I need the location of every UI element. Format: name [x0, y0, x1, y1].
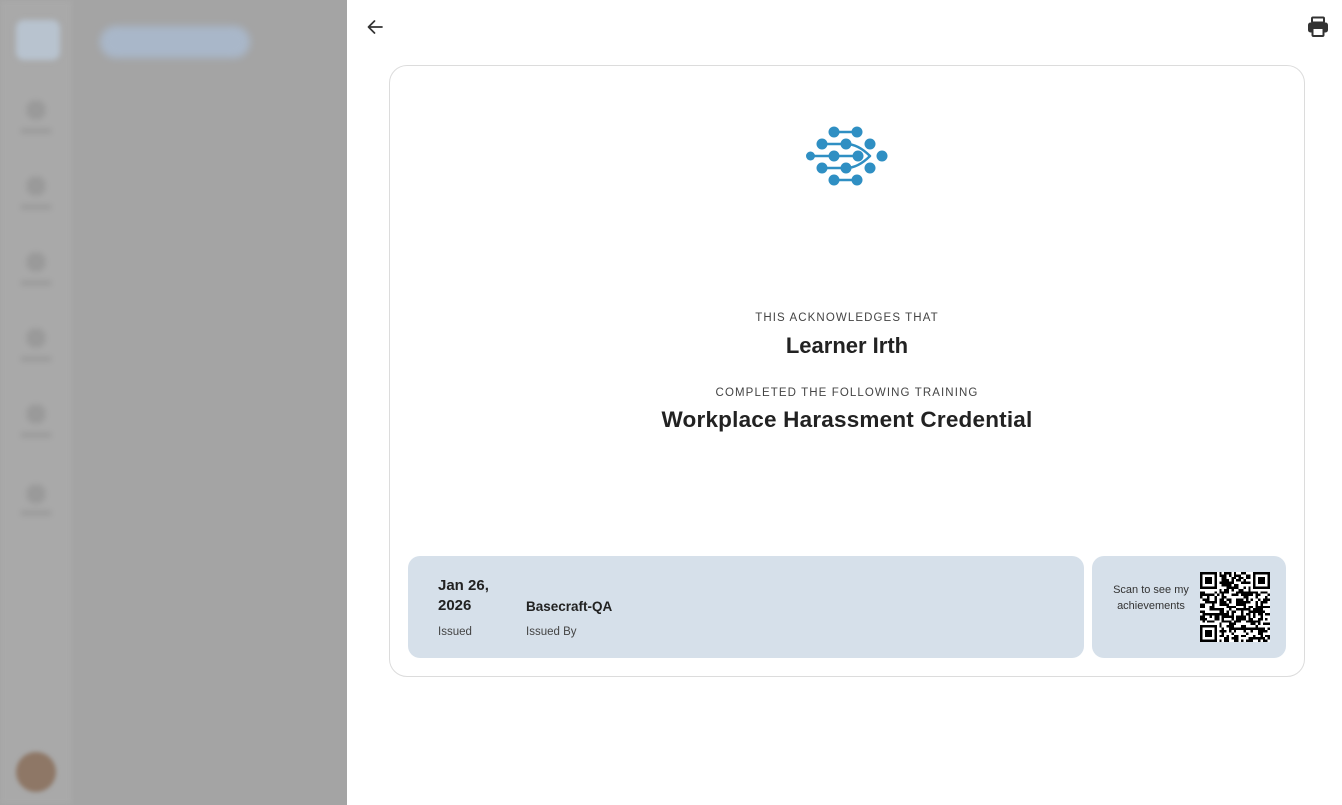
print-button[interactable] [1302, 11, 1334, 43]
issue-info-panel: Jan 26, 2026 Issued Basecraft-QA Issued … [408, 556, 1084, 658]
course-title: Workplace Harassment Credential [661, 407, 1033, 432]
back-button[interactable] [359, 11, 391, 43]
qr-code[interactable] [1200, 572, 1270, 642]
background-header-pill [100, 26, 250, 58]
qr-panel: Scan to see my achievements [1092, 556, 1286, 658]
acknowledge-label: THIS ACKNOWLEDGES THAT [755, 312, 939, 324]
printer-icon [1308, 16, 1328, 37]
issuer-label: Issued By [526, 626, 577, 638]
completed-training-label: COMPLETED THE FOLLOWING TRAINING [715, 387, 979, 399]
qr-scan-text: Scan to see my achievements [1113, 584, 1189, 612]
learner-name: Learner Irth [785, 333, 909, 358]
issued-date: Jan 26, 2026 [438, 577, 489, 614]
background-sidebar [0, 0, 72, 805]
issued-label: Issued [438, 626, 472, 638]
issuer-name: Basecraft-QA [526, 599, 613, 614]
arrow-left-icon [367, 20, 383, 34]
certificate-card: THIS ACKNOWLEDGES THAT Learner Irth COMP… [389, 65, 1305, 677]
background-user-avatar [16, 752, 56, 792]
certificate-drawer: THIS ACKNOWLEDGES THAT Learner Irth COMP… [347, 0, 1342, 805]
network-dots-logo [806, 126, 888, 186]
background-app-logo [16, 20, 60, 60]
